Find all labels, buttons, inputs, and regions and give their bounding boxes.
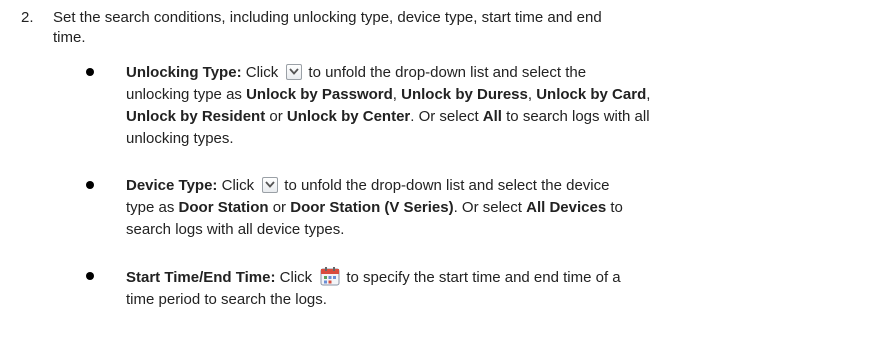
option-unlock-by-duress: Unlock by Duress [401,86,528,103]
text-fragment: to unfold the drop-down list and select … [284,177,610,194]
step-text-line1: Set the search conditions, including unl… [53,9,602,26]
text-fragment: time period to search the logs. [126,291,327,308]
text-fragment: , [527,86,533,103]
text-fragment: unlocking types. [126,130,234,147]
dropdown-arrow-icon [286,64,303,80]
option-all-devices: All Devices [526,199,607,216]
option-door-station-v-series: Door Station (V Series) [290,199,454,216]
bullet-dot [86,68,94,76]
text-fragment: . Or select [453,199,522,216]
text-fragment: type as [126,199,175,216]
text-fragment: . Or select [410,108,479,125]
bullet-dot [86,181,94,189]
dropdown-arrow-icon [262,177,279,193]
bullet-label: Start Time/End Time: [126,269,276,286]
text-fragment: to search logs with all [506,108,650,125]
bullet-text: Unlocking Type: Click to unfold the drop… [126,62,846,150]
text-fragment: or [269,108,283,125]
text-fragment: to unfold the drop-down list and select … [308,64,587,81]
bullet-text: Start Time/End Time: Click to specify th… [126,266,846,311]
step-number: 2. [21,9,34,26]
bullet-label: Unlocking Type: [126,64,242,81]
text-fragment: Click [245,64,279,81]
calendar-icon [320,266,340,286]
text-fragment: Click [221,177,255,194]
option-all: All [482,108,502,125]
step-text-line2: time. [53,29,86,46]
text-fragment: or [272,199,287,216]
step-description: Set the search conditions, including unl… [53,8,853,48]
text-fragment: , [646,86,651,103]
text-fragment: to specify the start time and end time o… [346,269,621,286]
text-fragment: , [392,86,397,103]
text-fragment: Click [279,269,313,286]
text-fragment: search logs with all device types. [126,221,345,238]
option-unlock-by-resident: Unlock by Resident [126,108,266,125]
option-unlock-by-password: Unlock by Password [246,86,393,103]
option-door-station: Door Station [178,199,269,216]
option-unlock-by-center: Unlock by Center [286,108,411,125]
option-unlock-by-card: Unlock by Card [536,86,647,103]
text-fragment: to [610,199,623,216]
bullet-dot [86,272,94,280]
bullet-text: Device Type: Click to unfold the drop-do… [126,175,846,241]
bullet-label: Device Type: [126,177,218,194]
text-fragment: unlocking type as [126,86,242,103]
